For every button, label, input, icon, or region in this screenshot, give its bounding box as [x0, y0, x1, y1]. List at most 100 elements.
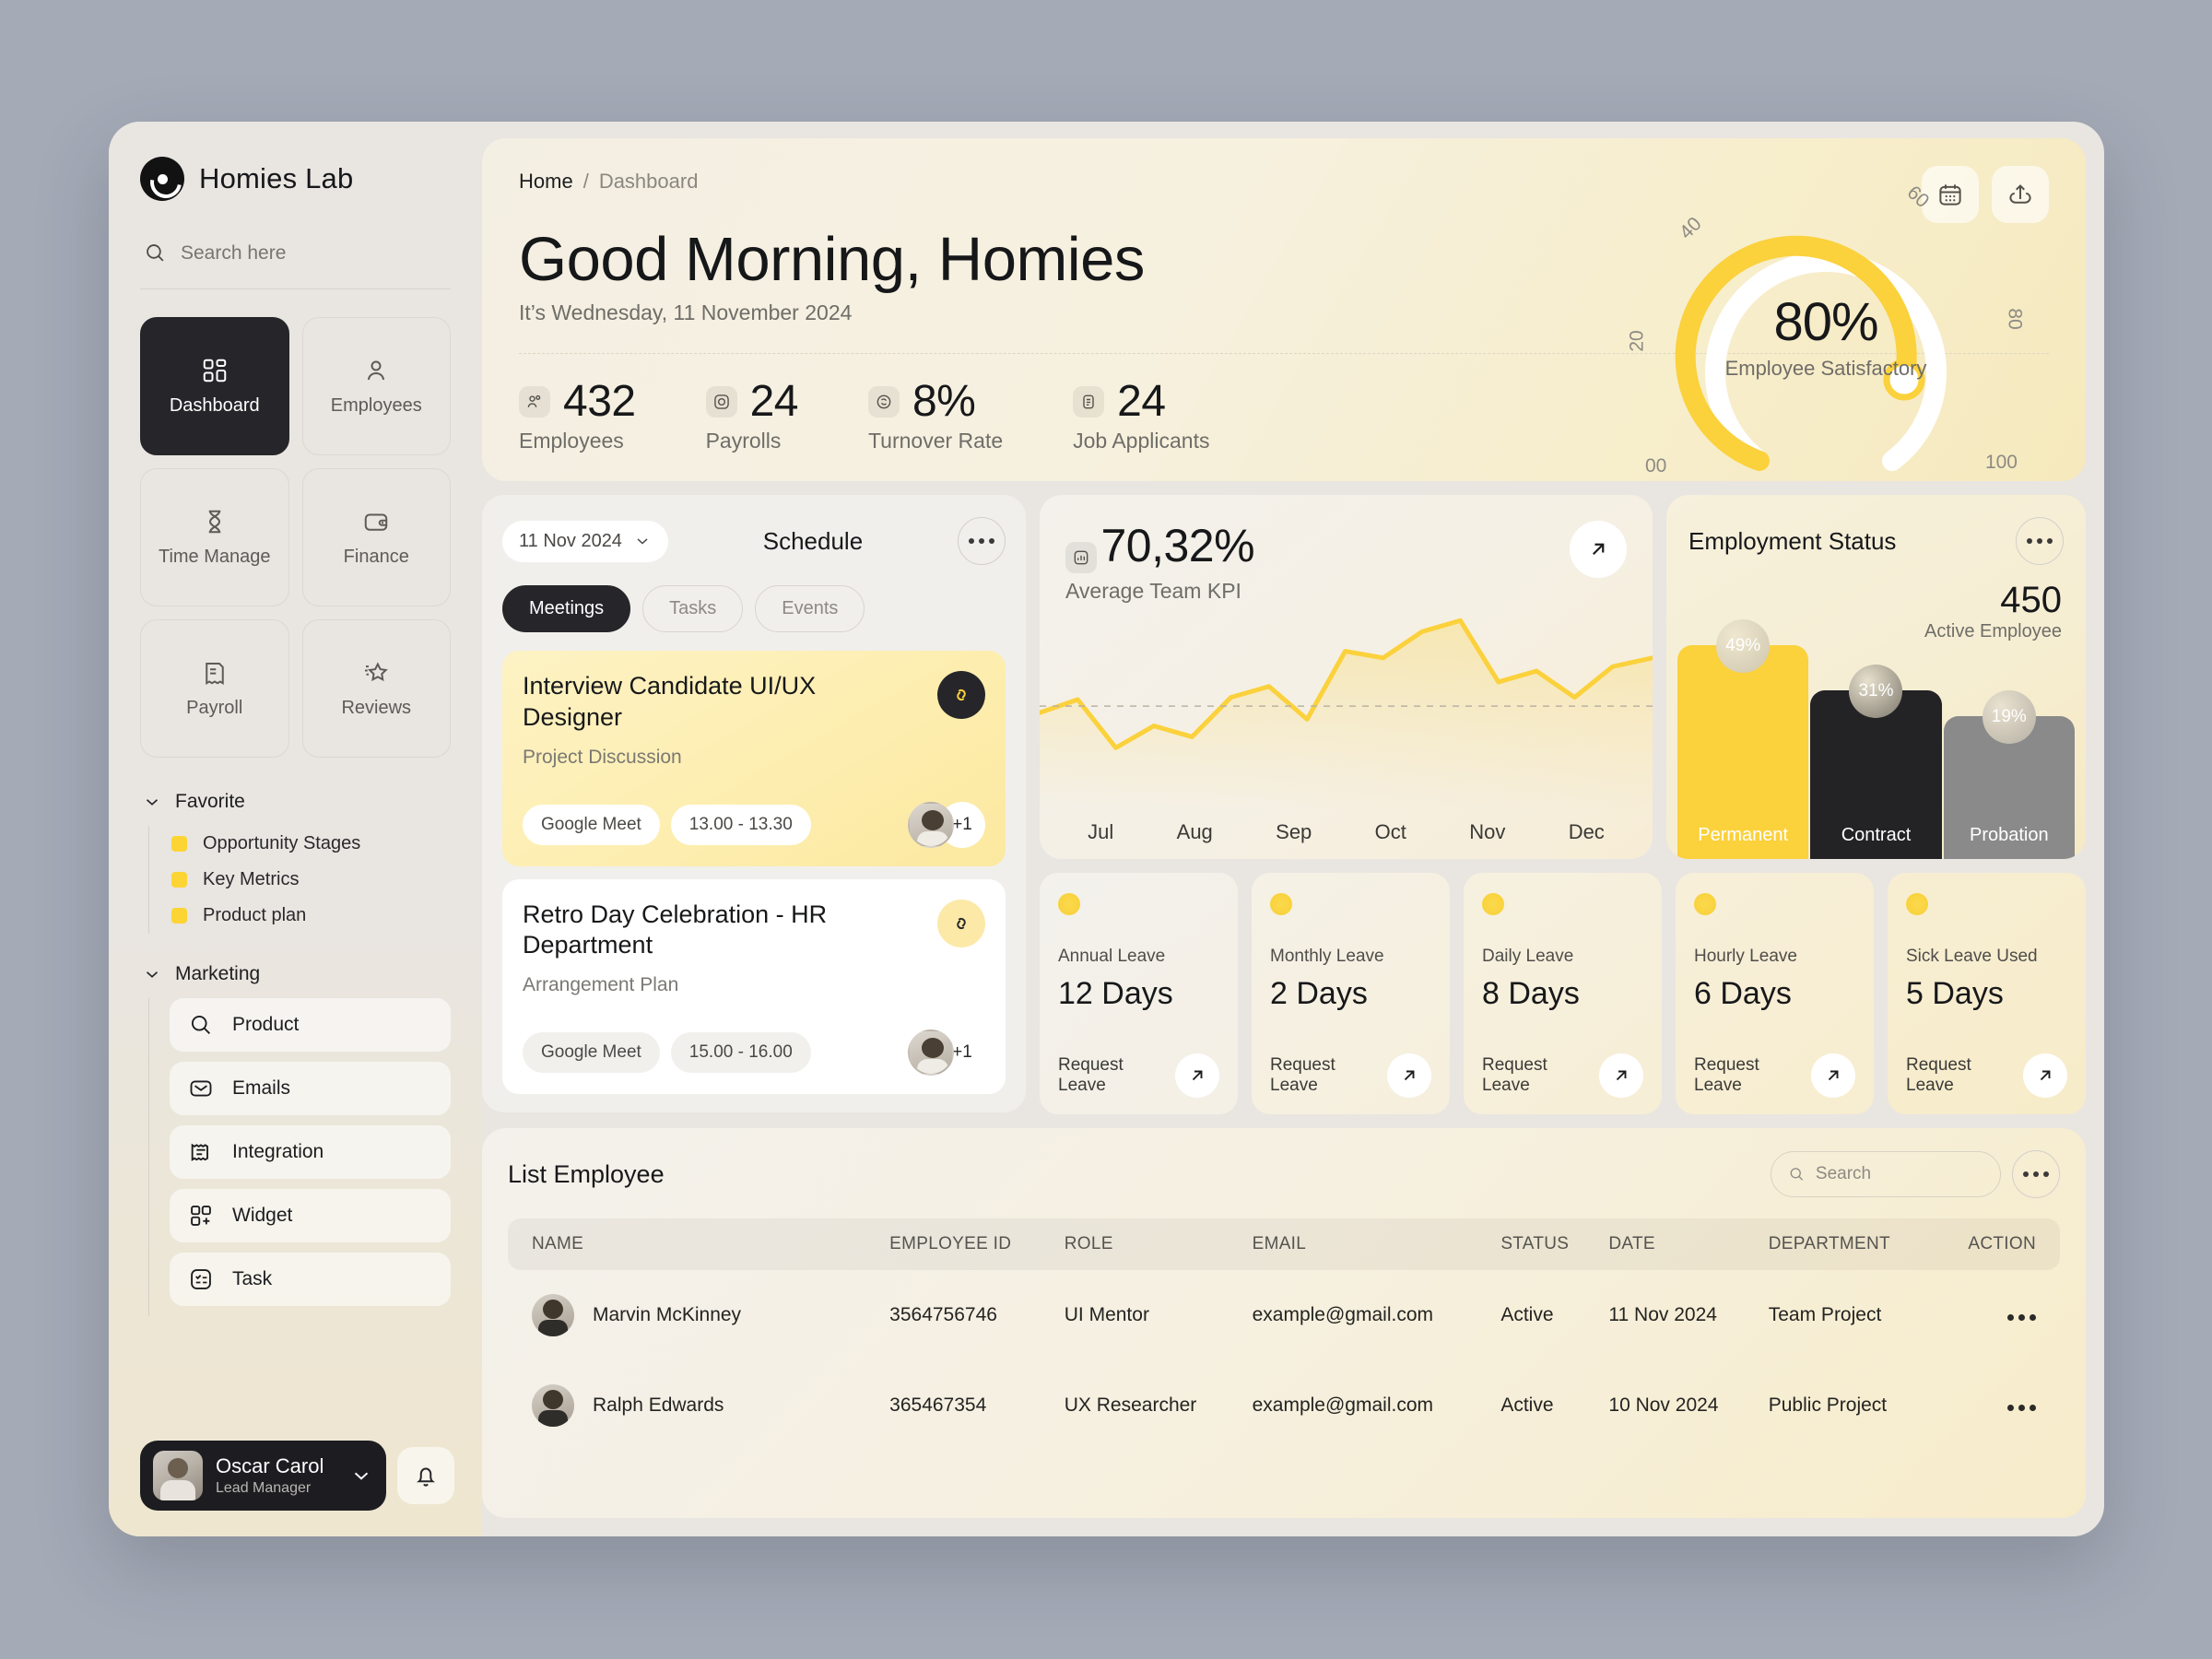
cell-role: UX Researcher — [1064, 1394, 1197, 1416]
status-badge: Active — [1500, 1394, 1554, 1416]
arrow-up-right-icon — [1616, 1070, 1627, 1081]
bell-icon — [417, 1467, 435, 1487]
column-header-email[interactable]: EMAIL — [1243, 1218, 1492, 1270]
sidebar-item-finance[interactable]: Finance — [301, 468, 451, 606]
sidebar-item-payroll[interactable]: Payroll — [140, 619, 289, 758]
event-time: 15.00 - 16.00 — [670, 1032, 811, 1073]
sidebar-search[interactable] — [140, 241, 451, 289]
leave-value: 8 Days — [1482, 976, 1580, 1011]
stat-value: 24 — [1117, 377, 1166, 426]
tab-events[interactable]: Events — [755, 585, 865, 632]
employee-list-more-button[interactable] — [2012, 1150, 2060, 1198]
user-profile-button[interactable]: Oscar Carol Lead Manager — [140, 1441, 386, 1511]
sidebar-item-task[interactable]: Task — [170, 1253, 451, 1306]
sidebar-item-employees[interactable]: Employees — [301, 317, 451, 455]
bar-probation[interactable]: 19% Probation — [1943, 689, 2075, 859]
request-leave-button[interactable] — [1599, 1053, 1643, 1098]
attendee-avatars[interactable]: +1 — [908, 1030, 985, 1076]
event-title: Retro Day Celebration - HR Department — [523, 900, 828, 959]
breadcrumb-home[interactable]: Home — [519, 170, 573, 194]
document-icon — [1073, 385, 1105, 418]
bar-label: Permanent — [1698, 825, 1789, 845]
status-dot-icon — [1482, 893, 1504, 915]
bullet-square-icon — [171, 908, 187, 924]
bar-value-badge: 49% — [1716, 619, 1771, 673]
sidebar-item-widget[interactable]: Widget — [170, 1189, 451, 1242]
row-actions-button[interactable] — [2007, 1405, 2036, 1411]
stat-payrolls: 24 Payrolls — [705, 376, 798, 453]
tab-tasks[interactable]: Tasks — [642, 585, 744, 632]
request-leave-button[interactable] — [1811, 1053, 1855, 1098]
leave-card-hourly: Hourly Leave 6 Days Request Leave — [1676, 873, 1874, 1114]
avatar — [153, 1451, 203, 1500]
profile-row: Oscar Carol Lead Manager — [140, 1441, 454, 1511]
sidebar-item-product[interactable]: Product — [170, 998, 451, 1052]
sidebar-item-dashboard[interactable]: Dashboard — [140, 317, 289, 455]
notifications-button[interactable] — [397, 1447, 454, 1504]
breadcrumb: Home / Dashboard — [519, 170, 2049, 194]
request-leave-button[interactable] — [1175, 1053, 1219, 1098]
tab-meetings[interactable]: Meetings — [502, 585, 631, 632]
active-employee-label: Active Employee — [1924, 621, 2062, 641]
grid-icon — [203, 359, 226, 382]
employee-list-header: List Employee — [508, 1150, 2060, 1198]
row-actions-button[interactable] — [2007, 1314, 2036, 1321]
cell-email: example@gmail.com — [1252, 1304, 1433, 1325]
employee-search[interactable] — [1771, 1151, 2001, 1197]
sidebar-item-label: Time Manage — [158, 546, 271, 567]
kpi-x-axis: Jul Aug Sep Oct Nov Dec — [1040, 820, 1653, 844]
employee-search-input[interactable] — [1815, 1164, 1983, 1184]
satisfaction-gauge: 00 20 40 60 80 100 80% Employee Satisfac… — [1627, 182, 2026, 496]
avatar — [532, 1294, 574, 1336]
nav-tiles: Dashboard Employees Time Manage Finance — [140, 317, 451, 758]
status-dot-icon — [1270, 893, 1292, 915]
schedule-event-card[interactable]: Interview Candidate UI/UX Designer Proje… — [502, 651, 1006, 866]
schedule-date-select[interactable]: 11 Nov 2024 — [502, 520, 668, 562]
bar-permanent[interactable]: 49% Permanent — [1677, 619, 1809, 859]
schedule-more-button[interactable] — [957, 517, 1006, 565]
link-icon[interactable] — [937, 671, 985, 719]
favorite-title: Favorite — [175, 791, 245, 812]
schedule-event-card[interactable]: Retro Day Celebration - HR Department Ar… — [502, 878, 1006, 1094]
employment-more-button[interactable] — [2016, 517, 2064, 565]
table-row[interactable]: Marvin McKinney 3564756746 UI Mentor exa… — [508, 1270, 2060, 1360]
column-header-status[interactable]: STATUS — [1491, 1218, 1599, 1270]
event-subtitle: Project Discussion — [523, 746, 682, 768]
table-row[interactable]: Ralph Edwards 365467354 UX Researcher ex… — [508, 1360, 2060, 1451]
sidebar-item-label: Dashboard — [169, 394, 260, 416]
kpi-line-chart — [1040, 590, 1653, 809]
request-leave-label: Request Leave — [1694, 1055, 1759, 1095]
link-icon[interactable] — [937, 899, 985, 947]
list-item[interactable]: Opportunity Stages — [171, 826, 451, 862]
widget-icon — [191, 1206, 211, 1226]
stat-label: Turnover Rate — [867, 429, 1004, 453]
kpi-expand-button[interactable] — [1570, 521, 1627, 578]
bar-contract[interactable]: 31% Contract — [1810, 664, 1942, 859]
list-item[interactable]: Key Metrics — [171, 862, 451, 898]
marketing-group-header[interactable]: Marketing — [142, 963, 451, 985]
column-header-department[interactable]: DEPARTMENT — [1759, 1218, 1935, 1270]
hero-header: Home / Dashboard Good Morning, Homies It… — [482, 138, 2086, 481]
column-header-date[interactable]: DATE — [1599, 1218, 1759, 1270]
sidebar-item-time-manage[interactable]: Time Manage — [140, 468, 289, 606]
axis-tick: Dec — [1568, 820, 1605, 843]
attendee-avatars[interactable]: +1 — [908, 801, 985, 848]
marketing-title: Marketing — [175, 963, 261, 984]
sidebar-item-emails[interactable]: Emails — [170, 1062, 451, 1115]
column-header-role[interactable]: ROLE — [1055, 1218, 1243, 1270]
chevron-down-icon — [146, 799, 159, 806]
gauge-center: 80% Employee Satisfactory — [1641, 291, 2010, 381]
sidebar-item-reviews[interactable]: Reviews — [301, 619, 451, 758]
column-header-name[interactable]: NAME — [508, 1218, 880, 1270]
search-input[interactable] — [181, 241, 451, 265]
refresh-icon — [867, 385, 900, 418]
brand[interactable]: Homies Lab — [140, 157, 451, 201]
employee-table: NAME EMPLOYEE ID ROLE EMAIL STATUS DATE … — [508, 1218, 2060, 1451]
sidebar-item-integration[interactable]: Integration — [170, 1125, 451, 1179]
request-leave-button[interactable] — [1387, 1053, 1431, 1098]
request-leave-button[interactable] — [2023, 1053, 2067, 1098]
active-employee-summary: 450 Active Employee — [1924, 580, 2062, 642]
column-header-employee-id[interactable]: EMPLOYEE ID — [880, 1218, 1055, 1270]
list-item[interactable]: Product plan — [171, 898, 451, 934]
favorite-group-header[interactable]: Favorite — [142, 791, 451, 813]
